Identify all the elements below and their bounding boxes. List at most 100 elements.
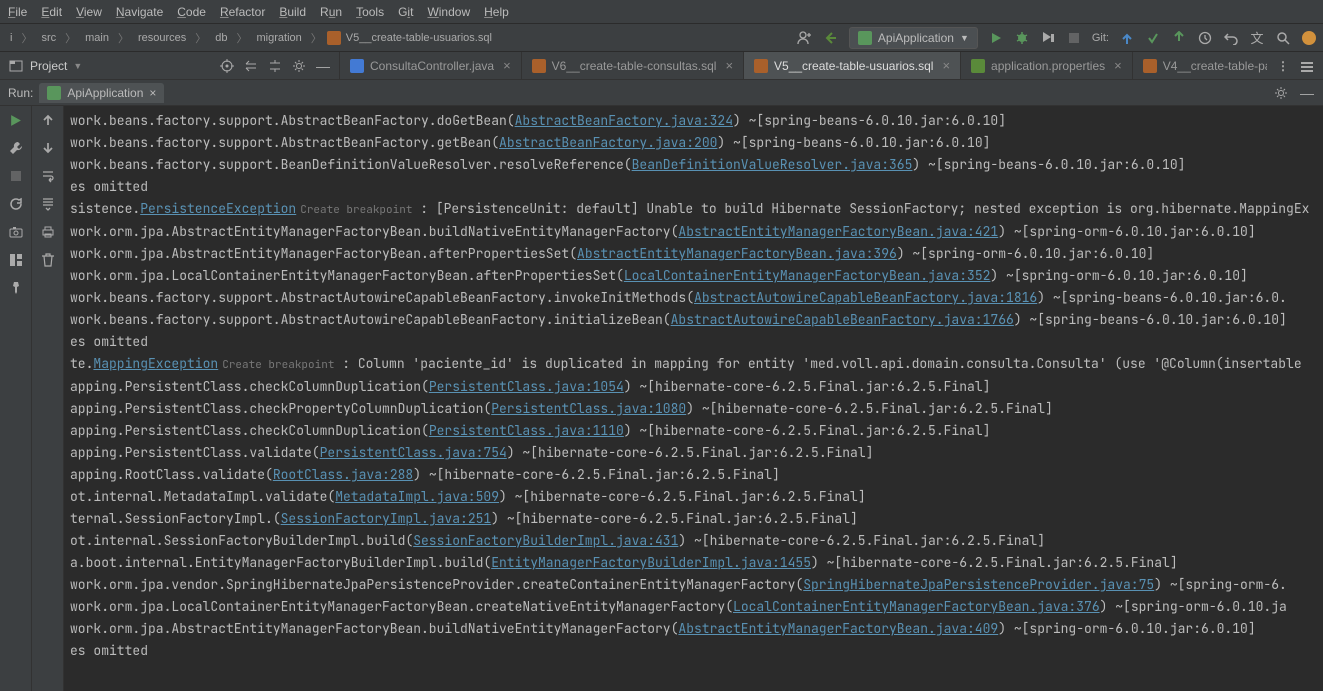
collapse-all-icon[interactable] (267, 58, 283, 74)
close-icon[interactable]: × (1114, 58, 1122, 73)
stacktrace-link[interactable]: RootClass.java:288 (273, 466, 413, 483)
menu-git[interactable]: Git (398, 5, 413, 19)
stop-button[interactable] (1066, 30, 1082, 46)
user-add-icon[interactable] (797, 30, 813, 46)
tab-menu-icon[interactable] (1299, 58, 1315, 74)
crumb[interactable]: resources (134, 30, 190, 46)
stacktrace-link[interactable]: PersistentClass.java:754 (320, 444, 507, 461)
search-icon[interactable] (1275, 30, 1291, 46)
layout-icon[interactable] (8, 252, 24, 268)
stacktrace-link[interactable]: BeanDefinitionValueResolver.java:365 (632, 156, 913, 173)
stacktrace-link[interactable]: PersistentClass.java:1110 (429, 422, 624, 439)
git-history-icon[interactable] (1197, 30, 1213, 46)
create-breakpoint-link[interactable]: Create breakpoint (222, 358, 334, 372)
run-button[interactable] (988, 30, 1004, 46)
project-tool-header[interactable]: Project ▼ — (0, 52, 340, 79)
close-icon[interactable]: × (942, 58, 950, 73)
run-session-tab[interactable]: ApiApplication × (39, 83, 164, 103)
editor-tab[interactable]: V6__create-table-consultas.sql× (522, 52, 744, 79)
settings-indicator-icon[interactable] (1301, 30, 1317, 46)
close-icon[interactable]: × (149, 86, 156, 100)
git-commit-icon[interactable] (1145, 30, 1161, 46)
stacktrace-link[interactable]: AbstractBeanFactory.java:324 (515, 112, 733, 129)
crumb-file[interactable]: V5__create-table-usuarios.sql (342, 30, 496, 46)
up-arrow-icon[interactable] (40, 112, 56, 128)
camera-icon[interactable] (8, 224, 24, 240)
menu-bar: File Edit View Navigate Code Refactor Bu… (0, 0, 1323, 24)
console-line: work.orm.jpa.AbstractEntityManagerFactor… (66, 618, 1323, 640)
pin-icon[interactable] (8, 280, 24, 296)
console-line: work.beans.factory.support.AbstractBeanF… (66, 110, 1323, 132)
stacktrace-link[interactable]: EntityManagerFactoryBuilderImpl.java:145… (491, 554, 811, 571)
stop-icon[interactable] (8, 168, 24, 184)
refresh-icon[interactable] (8, 196, 24, 212)
menu-run[interactable]: Run (320, 5, 342, 19)
stacktrace-link[interactable]: LocalContainerEntityManagerFactoryBean.j… (733, 598, 1100, 615)
menu-refactor[interactable]: Refactor (220, 5, 265, 19)
run-config-selector[interactable]: ApiApplication ▼ (849, 27, 978, 49)
stacktrace-link[interactable]: PersistentClass.java:1054 (429, 378, 624, 395)
console-output[interactable]: work.beans.factory.support.AbstractBeanF… (64, 106, 1323, 691)
locate-icon[interactable] (219, 58, 235, 74)
stacktrace-link[interactable]: AbstractEntityManagerFactoryBean.java:39… (577, 245, 897, 262)
git-update-icon[interactable] (1119, 30, 1135, 46)
minimize-icon[interactable]: — (315, 58, 331, 74)
gear-icon[interactable] (291, 58, 307, 74)
stacktrace-link[interactable]: MappingException (93, 355, 218, 372)
expand-all-icon[interactable] (243, 58, 259, 74)
more-tabs-icon[interactable]: ⋮ (1275, 58, 1291, 74)
crumb[interactable]: db (211, 30, 231, 46)
crumb[interactable]: src (37, 30, 60, 46)
down-arrow-icon[interactable] (40, 140, 56, 156)
menu-code[interactable]: Code (177, 5, 206, 19)
menu-help[interactable]: Help (484, 5, 509, 19)
stacktrace-link[interactable]: LocalContainerEntityManagerFactoryBean.j… (624, 267, 991, 284)
run-coverage-button[interactable] (1040, 30, 1056, 46)
soft-wrap-icon[interactable] (40, 168, 56, 184)
stacktrace-link[interactable]: PersistenceException (140, 200, 296, 217)
menu-file[interactable]: File (8, 5, 27, 19)
file-type-icon (1143, 59, 1157, 73)
close-icon[interactable]: × (503, 58, 511, 73)
print-icon[interactable] (40, 224, 56, 240)
git-push-icon[interactable] (1171, 30, 1187, 46)
stacktrace-link[interactable]: AbstractEntityManagerFactoryBean.java:40… (678, 620, 998, 637)
stacktrace-link[interactable]: AbstractAutowireCapableBeanFactory.java:… (694, 289, 1037, 306)
menu-edit[interactable]: Edit (41, 5, 62, 19)
minimize-icon[interactable]: — (1299, 85, 1315, 101)
menu-build[interactable]: Build (279, 5, 306, 19)
rerun-icon[interactable] (8, 112, 24, 128)
stacktrace-link[interactable]: AbstractEntityManagerFactoryBean.java:42… (678, 223, 998, 240)
menu-tools[interactable]: Tools (356, 5, 384, 19)
stacktrace-link[interactable]: PersistentClass.java:1080 (491, 400, 686, 417)
close-icon[interactable]: × (725, 58, 733, 73)
scroll-end-icon[interactable] (40, 196, 56, 212)
menu-window[interactable]: Window (427, 5, 470, 19)
editor-tab[interactable]: V5__create-table-usuarios.sql× (744, 52, 961, 79)
create-breakpoint-link[interactable]: Create breakpoint (300, 203, 412, 217)
file-type-icon (754, 59, 768, 73)
debug-button[interactable] (1014, 30, 1030, 46)
menu-view[interactable]: View (76, 5, 102, 19)
git-label: Git: (1092, 32, 1109, 44)
ai-icon[interactable]: 文 (1249, 30, 1265, 46)
crumb[interactable]: migration (253, 30, 306, 46)
stacktrace-link[interactable]: AbstractBeanFactory.java:200 (499, 134, 717, 151)
stacktrace-link[interactable]: SessionFactoryBuilderImpl.java:431 (413, 532, 678, 549)
git-rollback-icon[interactable] (1223, 30, 1239, 46)
gear-icon[interactable] (1273, 85, 1289, 101)
editor-tab[interactable]: V4__create-table-paacient…× (1133, 52, 1267, 79)
stacktrace-link[interactable]: MetadataImpl.java:509 (335, 488, 499, 505)
stacktrace-link[interactable]: SpringHibernateJpaPersistenceProvider.ja… (803, 576, 1154, 593)
stacktrace-link[interactable]: SessionFactoryImpl.java:251 (281, 510, 492, 527)
chevron-down-icon[interactable]: ▼ (73, 61, 82, 71)
trash-icon[interactable] (40, 252, 56, 268)
menu-navigate[interactable]: Navigate (116, 5, 163, 19)
wrench-icon[interactable] (8, 140, 24, 156)
crumb[interactable]: main (81, 30, 113, 46)
editor-tab[interactable]: application.properties× (961, 52, 1133, 79)
crumb[interactable]: i (6, 30, 16, 46)
back-arrow-icon[interactable] (823, 30, 839, 46)
stacktrace-link[interactable]: AbstractAutowireCapableBeanFactory.java:… (671, 311, 1014, 328)
editor-tab[interactable]: ConsultaController.java× (340, 52, 522, 79)
